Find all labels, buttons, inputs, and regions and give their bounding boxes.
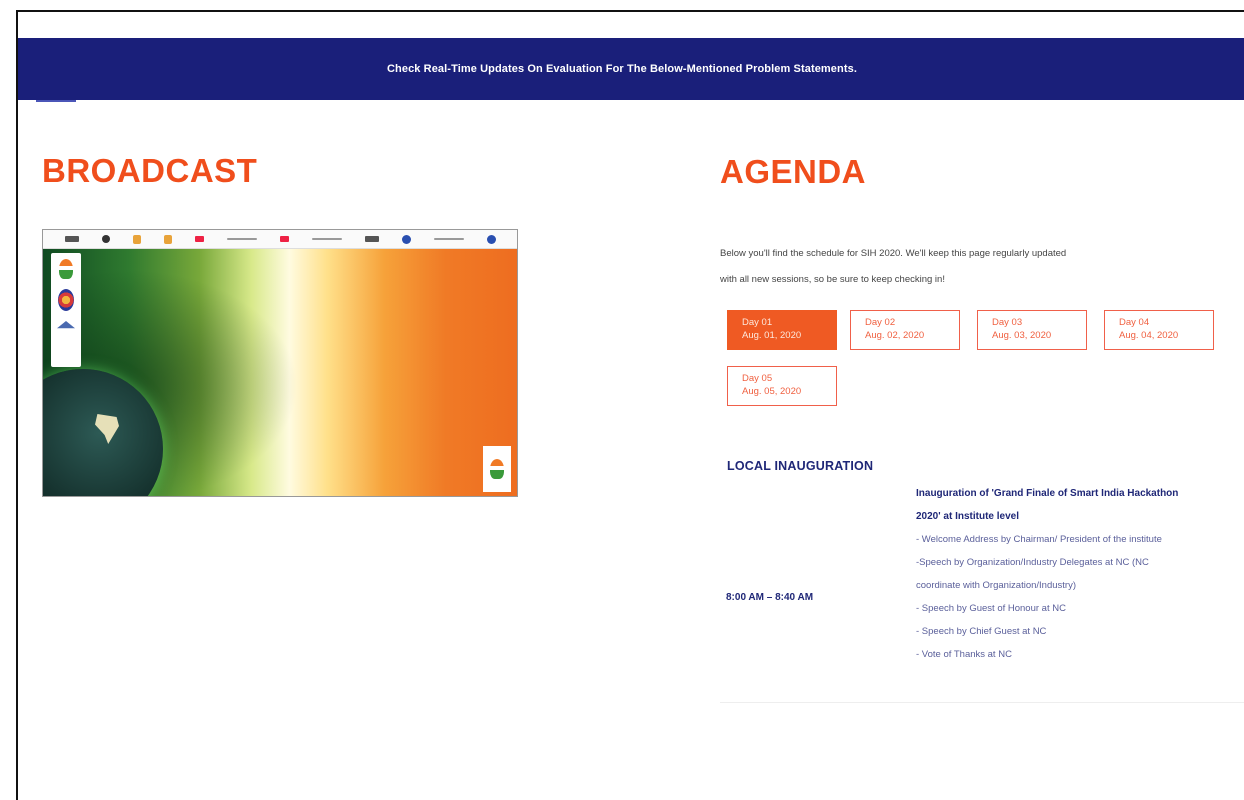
sponsor-logo bbox=[364, 236, 379, 242]
institute-logo-icon bbox=[57, 321, 75, 329]
list-item: - Welcome Address by Chairman/ President… bbox=[916, 534, 1162, 545]
agenda-description-line: Below you'll find the schedule for SIH 2… bbox=[720, 248, 1067, 259]
day-label: Day 05 bbox=[742, 373, 773, 384]
broadcast-stage-image bbox=[43, 249, 517, 496]
broadcast-title: BROADCAST bbox=[42, 152, 258, 189]
agenda-title: AGENDA bbox=[720, 153, 867, 190]
tab-day-01[interactable]: Day 01 Aug. 01, 2020 bbox=[727, 310, 837, 350]
bulb-logo-icon bbox=[59, 259, 73, 279]
tab-day-02[interactable]: Day 02 Aug. 02, 2020 bbox=[850, 310, 960, 350]
sponsor-logos-bar bbox=[43, 230, 517, 249]
event-logos-column bbox=[51, 253, 81, 367]
day-date: Aug. 05, 2020 bbox=[742, 386, 802, 397]
sponsor-logo bbox=[101, 235, 110, 243]
sponsor-logo bbox=[64, 236, 79, 242]
sponsor-logo bbox=[226, 238, 257, 240]
list-item: - Speech by Chief Guest at NC bbox=[916, 626, 1047, 637]
list-item: - Vote of Thanks at NC bbox=[916, 649, 1012, 660]
tab-day-03[interactable]: Day 03 Aug. 03, 2020 bbox=[977, 310, 1087, 350]
day-label: Day 03 bbox=[992, 317, 1023, 328]
sponsor-logo bbox=[163, 234, 172, 244]
corner-logo bbox=[483, 446, 511, 492]
day-label: Day 01 bbox=[742, 317, 773, 328]
page-frame: Check Real-Time Updates On Evaluation Fo… bbox=[16, 10, 1244, 800]
sponsor-logo bbox=[132, 234, 141, 244]
day-label: Day 04 bbox=[1119, 317, 1150, 328]
banner-underline bbox=[36, 100, 76, 102]
sponsor-logo bbox=[486, 234, 496, 244]
sponsor-logo bbox=[433, 238, 464, 240]
session-time: 8:00 AM – 8:40 AM bbox=[726, 592, 814, 603]
local-inauguration-heading: LOCAL INAUGURATION bbox=[727, 459, 874, 473]
agenda-description: Below you'll find the schedule for SIH 2… bbox=[720, 241, 1240, 293]
day-date: Aug. 03, 2020 bbox=[992, 330, 1052, 341]
session-items: - Welcome Address by Chairman/ President… bbox=[916, 528, 1162, 666]
session-title-line: Inauguration of 'Grand Finale of Smart I… bbox=[916, 488, 1179, 499]
session-title-line: 2020' at Institute level bbox=[916, 511, 1019, 522]
day-date: Aug. 04, 2020 bbox=[1119, 330, 1179, 341]
sponsor-logo bbox=[279, 236, 289, 242]
sponsor-logo bbox=[311, 238, 342, 240]
tab-day-04[interactable]: Day 04 Aug. 04, 2020 bbox=[1104, 310, 1214, 350]
agenda-description-line: with all new sessions, so be sure to kee… bbox=[720, 274, 945, 285]
list-item: coordinate with Organization/Industry) bbox=[916, 580, 1076, 591]
banner-text[interactable]: Check Real-Time Updates On Evaluation Fo… bbox=[387, 63, 857, 75]
broadcast-video[interactable] bbox=[42, 229, 518, 497]
schedule-row: 8:00 AM – 8:40 AM Inauguration of 'Grand… bbox=[720, 488, 1244, 703]
sponsor-logo bbox=[194, 236, 204, 242]
emblem-logo-icon bbox=[58, 289, 74, 311]
day-date: Aug. 02, 2020 bbox=[865, 330, 925, 341]
tab-day-05[interactable]: Day 05 Aug. 05, 2020 bbox=[727, 366, 837, 406]
day-date: Aug. 01, 2020 bbox=[742, 330, 802, 341]
updates-banner[interactable]: Check Real-Time Updates On Evaluation Fo… bbox=[18, 38, 1244, 100]
list-item: - Speech by Guest of Honour at NC bbox=[916, 603, 1066, 614]
session-title: Inauguration of 'Grand Finale of Smart I… bbox=[916, 482, 1244, 528]
list-item: -Speech by Organization/Industry Delegat… bbox=[916, 557, 1149, 568]
day-label: Day 02 bbox=[865, 317, 896, 328]
bulb-logo-icon bbox=[490, 459, 504, 479]
sponsor-logo bbox=[401, 234, 411, 244]
